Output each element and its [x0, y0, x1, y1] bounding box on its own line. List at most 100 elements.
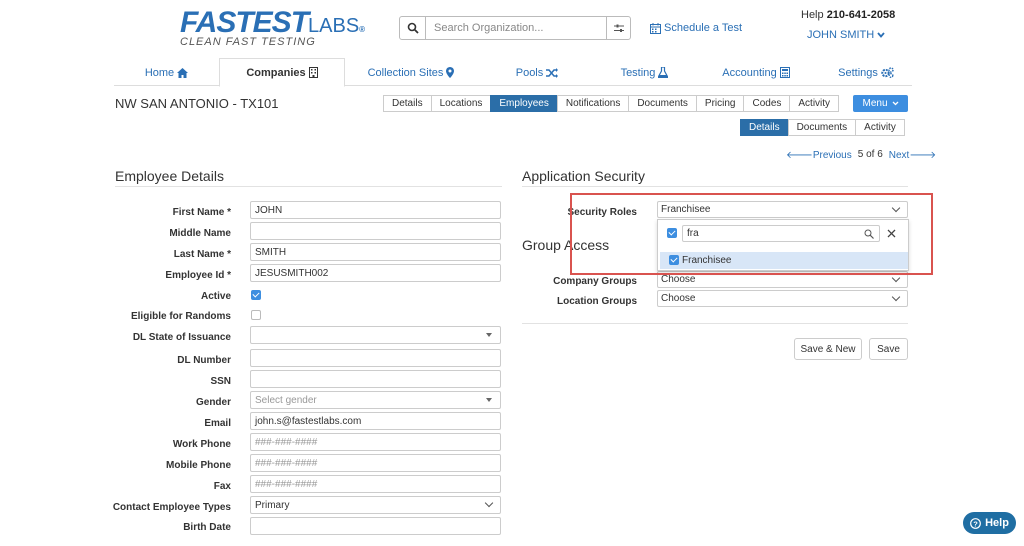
fax-field[interactable]: ###-###-####	[250, 475, 501, 493]
dl-state-select[interactable]	[250, 326, 501, 344]
organization-search	[399, 16, 631, 40]
mobile-phone-label: Mobile Phone	[166, 460, 231, 471]
tab-codes[interactable]: Codes	[743, 95, 791, 112]
employee-details-title: Employee Details	[115, 168, 224, 184]
nav-companies-label: Companies	[246, 66, 306, 79]
tab-details[interactable]: Details	[383, 95, 432, 112]
nav-settings-label: Settings	[838, 66, 878, 79]
svg-text:?: ?	[973, 519, 978, 528]
location-groups-value: Choose	[661, 293, 696, 304]
contact-types-value: Primary	[255, 499, 290, 511]
nav-companies[interactable]: Companies	[219, 58, 345, 87]
first-name-field[interactable]: JOHN	[250, 201, 501, 219]
previous-label: Previous	[812, 150, 852, 161]
employee-tab-documents[interactable]: Documents	[787, 119, 857, 136]
tab-activity[interactable]: Activity	[789, 95, 840, 112]
nav-collection-sites-label: Collection Sites	[367, 66, 444, 79]
highlight-annotation	[570, 193, 933, 275]
chevron-down-icon	[891, 292, 901, 302]
email-field[interactable]: john.s@fastestlabs.com	[250, 412, 501, 430]
gender-select[interactable]: Select gender	[250, 391, 501, 409]
birth-date-label: Birth Date	[183, 522, 231, 533]
contact-types-select[interactable]: Primary	[250, 496, 501, 514]
nav-home-label: Home	[144, 66, 175, 79]
nav-collection-sites[interactable]: Collection Sites	[345, 58, 477, 87]
logo[interactable]: FASTESTLABS®	[180, 6, 365, 40]
schedule-test-link[interactable]: Schedule a Test	[650, 22, 742, 34]
tab-notifications[interactable]: Notifications	[556, 95, 630, 112]
logo-tagline: CLEAN FAST TESTING	[180, 36, 316, 48]
dl-state-label: DL State of Issuance	[132, 332, 231, 343]
nav-testing[interactable]: Testing	[597, 58, 692, 87]
last-name-label: Last Name *	[173, 249, 231, 260]
nav-home[interactable]: Home	[114, 58, 219, 87]
building-icon	[308, 67, 318, 78]
birth-date-field[interactable]	[250, 517, 501, 535]
gears-icon	[881, 67, 894, 78]
save-and-new-button[interactable]: Save & New	[794, 338, 862, 360]
section-divider	[522, 186, 908, 187]
employee-id-field[interactable]: JESUSMITH002	[250, 264, 501, 282]
eligible-randoms-checkbox[interactable]	[251, 310, 261, 320]
question-circle-icon: ?	[970, 517, 981, 529]
menu-button[interactable]: Menu	[853, 95, 908, 112]
tab-pricing[interactable]: Pricing	[695, 95, 745, 112]
search-input[interactable]	[426, 17, 606, 39]
help-button[interactable]: ? Help	[963, 512, 1016, 534]
chevron-down-icon	[891, 273, 901, 283]
previous-link[interactable]: 🡐Previous	[786, 149, 852, 161]
gender-placeholder: Select gender	[255, 394, 317, 406]
active-checkbox[interactable]	[251, 290, 261, 300]
menu-label: Menu	[862, 98, 888, 109]
nav-pools-label: Pools	[515, 66, 544, 79]
section-divider	[522, 323, 908, 324]
record-pager: 🡐Previous 5 of 6 Next🡒	[786, 149, 936, 161]
work-phone-field[interactable]: ###-###-####	[250, 433, 501, 451]
calendar-icon	[650, 22, 661, 34]
last-name-field[interactable]: SMITH	[250, 243, 501, 261]
employee-tab-details[interactable]: Details	[740, 119, 789, 136]
location-groups-label: Location Groups	[557, 296, 637, 307]
next-link[interactable]: Next🡒	[889, 149, 936, 161]
fax-label: Fax	[213, 481, 231, 492]
ssn-field[interactable]	[250, 370, 501, 388]
filter-icon[interactable]	[606, 17, 630, 39]
arrow-left-icon: 🡐	[786, 150, 813, 161]
nav-accounting[interactable]: Accounting	[692, 58, 820, 87]
logo-main-text: FASTEST	[180, 6, 309, 39]
logo-labs-text: LABS	[308, 15, 360, 37]
dl-number-field[interactable]	[250, 349, 501, 367]
middle-name-field[interactable]	[250, 222, 501, 240]
section-divider	[115, 186, 502, 187]
work-phone-label: Work Phone	[172, 439, 231, 450]
next-label: Next	[888, 150, 910, 161]
nav-pools[interactable]: Pools	[477, 58, 597, 87]
caret-down-icon	[486, 333, 492, 337]
location-groups-select[interactable]: Choose	[657, 290, 908, 307]
user-menu[interactable]: JOHN SMITH	[807, 29, 885, 41]
search-icon[interactable]	[400, 17, 426, 39]
email-label: Email	[204, 418, 231, 429]
application-security-title: Application Security	[522, 168, 645, 184]
mobile-phone-field[interactable]: ###-###-####	[250, 454, 501, 472]
employee-tab-activity[interactable]: Activity	[855, 119, 905, 136]
organization-title: NW SAN ANTONIO - TX101	[115, 96, 279, 111]
company-groups-label: Company Groups	[553, 276, 637, 287]
save-button[interactable]: Save	[869, 338, 908, 360]
phone-number: 210-641-2058	[826, 9, 896, 21]
chevron-down-icon	[892, 101, 898, 106]
tab-employees[interactable]: Employees	[490, 95, 558, 112]
tab-locations[interactable]: Locations	[430, 95, 492, 112]
company-tabs: Details Locations Employees Notification…	[383, 95, 840, 112]
contact-types-label: Contact Employee Types	[112, 502, 231, 513]
nav-settings[interactable]: Settings	[820, 58, 912, 87]
active-label: Active	[200, 291, 231, 302]
home-icon	[177, 67, 189, 78]
pager-position: 5 of 6	[857, 149, 883, 160]
flask-icon	[658, 67, 669, 78]
map-marker-icon	[446, 67, 455, 78]
chevron-down-icon	[877, 32, 885, 38]
help-phone: Help 210-641-2058	[801, 9, 895, 21]
shuffle-icon	[546, 67, 559, 78]
tab-documents[interactable]: Documents	[628, 95, 697, 112]
